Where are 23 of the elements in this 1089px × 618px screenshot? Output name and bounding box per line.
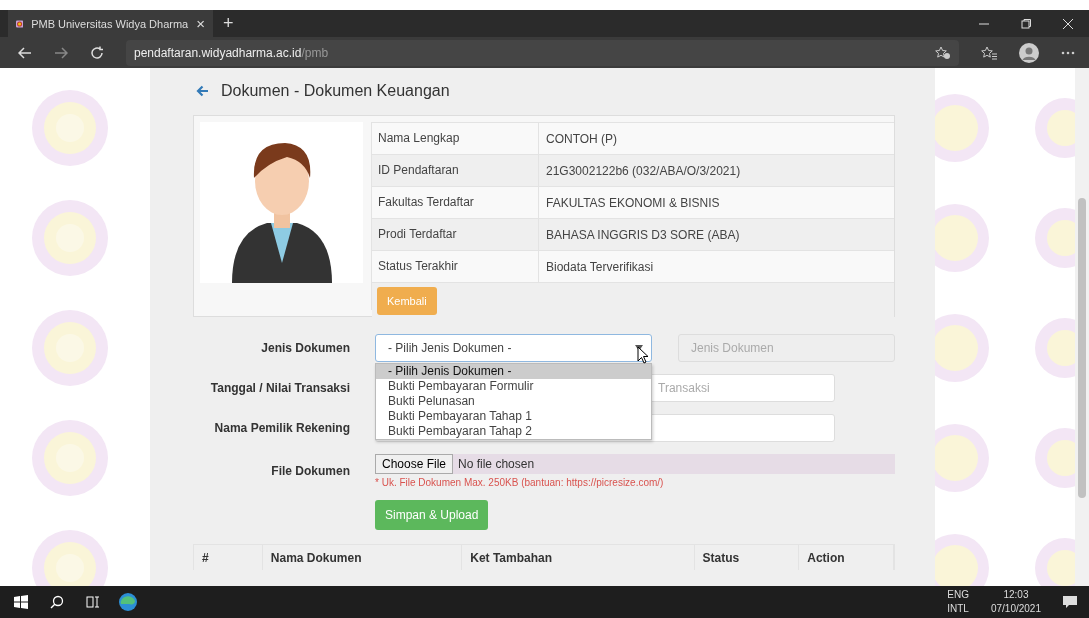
table-cell-text: Biodata Terverifikasi xyxy=(545,259,654,274)
table-cell-text: FAKULTAS EKONOMI & BISNIS xyxy=(545,195,720,210)
table-cell: Nama Lengkap xyxy=(372,123,539,154)
column-header: Ket Tambahan xyxy=(462,545,695,570)
table-cell: Fakultas Terdaftar xyxy=(372,187,539,218)
file-hint: * Uk. File Dokumen Max. 250KB (bantuan: https://picresize.com/) xyxy=(375,477,665,488)
table-cell-text: CONTOH (P) xyxy=(545,131,618,146)
table-cell: Status Terakhir xyxy=(372,251,539,282)
field-label: Nama Pemilik Rekening xyxy=(213,421,350,435)
column-header: # xyxy=(194,545,263,570)
field-label: Jenis Dokumen xyxy=(260,341,350,355)
table-cell-text: BAHASA INGGRIS D3 SORE (ABA) xyxy=(545,227,740,242)
column-header: Nama Dokumen xyxy=(262,545,463,570)
table-cell-text: 21G3002122b6 (032/ABA/O/3/2021) xyxy=(545,163,741,178)
table-cell: ID Pendaftaran xyxy=(372,155,539,186)
field-label: Tanggal / Nilai Transaksi xyxy=(209,381,350,395)
column-header: Status xyxy=(694,545,800,570)
file-status: No file chosen xyxy=(458,457,535,471)
column-header: Action xyxy=(799,545,894,570)
table-cell: Prodi Terdaftar xyxy=(372,219,539,250)
page-title: Dokumen - Dokumen Keuangan xyxy=(221,82,450,100)
tab-title: PMB Universitas Widya Dharma xyxy=(31,17,189,30)
field-label: File Dokumen xyxy=(270,464,350,478)
